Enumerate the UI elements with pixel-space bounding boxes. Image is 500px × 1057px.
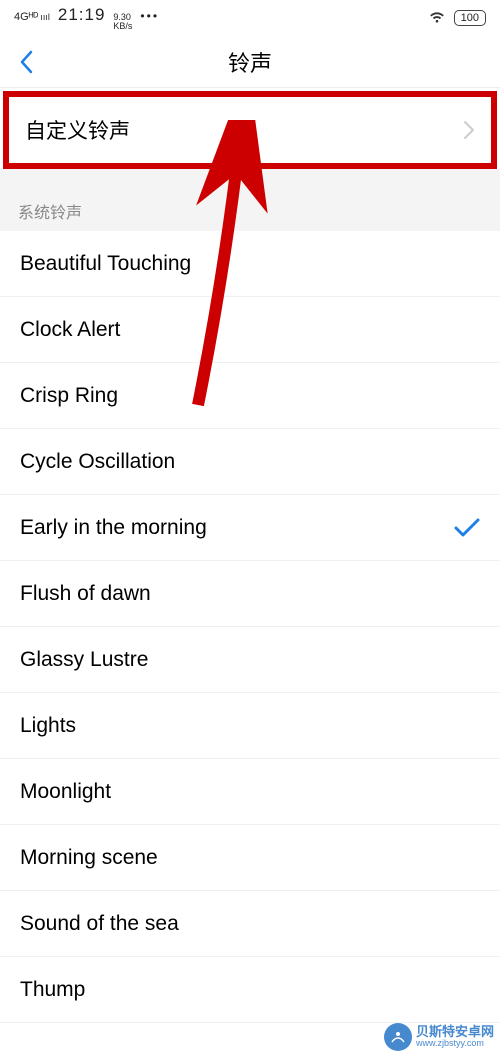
annotation-highlight: 自定义铃声 (3, 91, 497, 169)
section-gap (0, 169, 500, 189)
ringtone-label: Cycle Oscillation (20, 450, 175, 474)
watermark-url: www.zjbstyy.com (416, 1039, 494, 1049)
battery-indicator: 100 (454, 10, 486, 26)
wifi-icon (428, 10, 446, 27)
ringtone-list: Beautiful Touching Clock Alert Crisp Ring C… (0, 231, 500, 1023)
ringtone-item[interactable]: Flush of dawn (0, 561, 500, 627)
ringtone-label: Early in the morning (20, 516, 207, 540)
watermark-icon (384, 1023, 412, 1051)
ringtone-label: Morning scene (20, 846, 158, 870)
custom-ringtone-label: 自定义铃声 (25, 115, 130, 145)
ringtone-label: Lights (20, 714, 76, 738)
back-button[interactable] (12, 48, 40, 76)
clock: 21:19 (58, 5, 106, 25)
ringtone-label: Glassy Lustre (20, 648, 148, 672)
watermark-title: 贝斯特安卓网 (416, 1025, 494, 1039)
ringtone-item[interactable]: Clock Alert (0, 297, 500, 363)
ringtone-label: Clock Alert (20, 318, 120, 342)
watermark: 贝斯特安卓网 www.zjbstyy.com (384, 1023, 494, 1051)
ringtone-item[interactable]: Morning scene (0, 825, 500, 891)
ringtone-item[interactable]: Thump (0, 957, 500, 1023)
more-icon: ••• (140, 9, 159, 23)
ringtone-item[interactable]: Sound of the sea (0, 891, 500, 957)
ringtone-label: Beautiful Touching (20, 252, 191, 276)
status-bar: 4Gᴴᴰıııl 21:19 9.30KB/s ••• 100 (0, 0, 500, 36)
ringtone-item[interactable]: Beautiful Touching (0, 231, 500, 297)
ringtone-label: Moonlight (20, 780, 111, 804)
nav-bar: 铃声 (0, 36, 500, 88)
ringtone-item[interactable]: Crisp Ring (0, 363, 500, 429)
system-ringtones-header: 系统铃声 (0, 189, 500, 231)
ringtone-label: Crisp Ring (20, 384, 118, 408)
ringtone-label: Sound of the sea (20, 912, 179, 936)
ringtone-item[interactable]: Early in the morning (0, 495, 500, 561)
data-speed: 9.30KB/s (113, 13, 132, 31)
custom-ringtone-row[interactable]: 自定义铃声 (9, 97, 491, 163)
ringtone-label: Flush of dawn (20, 582, 151, 606)
check-icon (454, 518, 480, 538)
ringtone-label: Thump (20, 978, 85, 1002)
page-title: 铃声 (228, 46, 272, 78)
ringtone-item[interactable]: Moonlight (0, 759, 500, 825)
chevron-right-icon (463, 120, 475, 140)
chevron-left-icon (19, 50, 33, 74)
ringtone-item[interactable]: Cycle Oscillation (0, 429, 500, 495)
network-indicator: 4Gᴴᴰıııl (14, 11, 50, 23)
ringtone-item[interactable]: Lights (0, 693, 500, 759)
ringtone-item[interactable]: Glassy Lustre (0, 627, 500, 693)
